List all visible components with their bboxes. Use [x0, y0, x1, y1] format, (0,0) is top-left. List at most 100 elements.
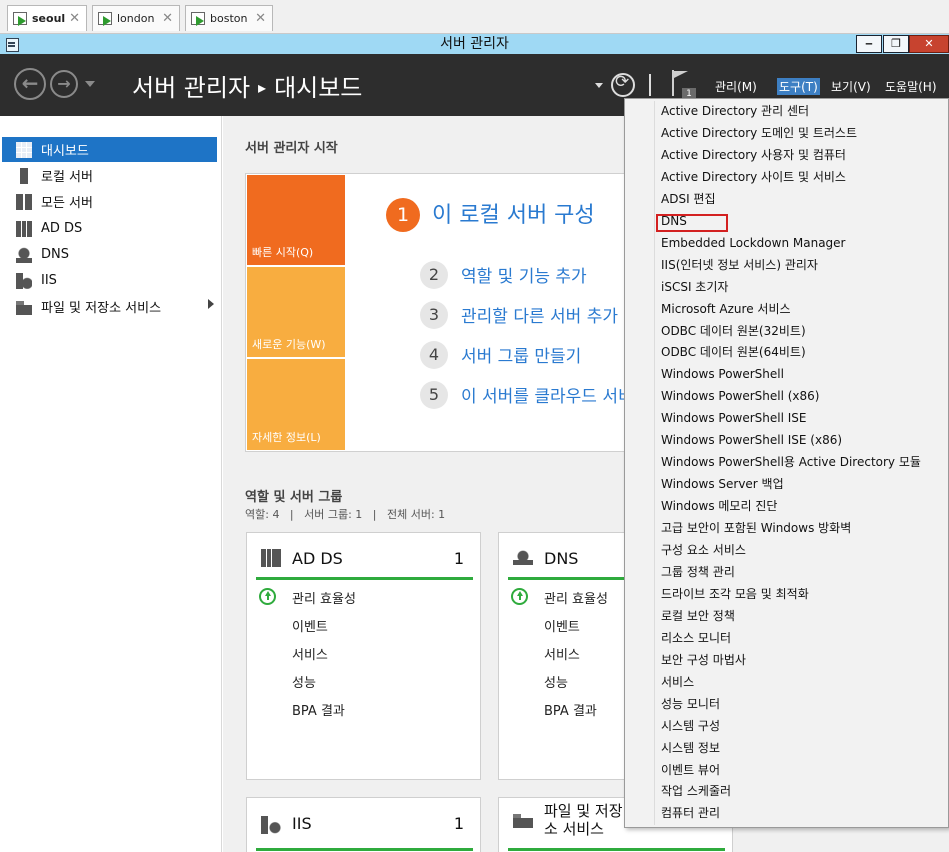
tools-menu-item[interactable]: 서비스 [661, 672, 694, 692]
tools-menu-item[interactable]: 구성 요소 서비스 [661, 540, 746, 560]
tools-menu-item[interactable]: ODBC 데이터 원본(32비트) [661, 321, 806, 341]
role-row-events[interactable]: 이벤트 [292, 616, 328, 635]
tools-menu-item[interactable]: 성능 모니터 [661, 694, 720, 714]
minimize-button[interactable]: ‒ [856, 35, 882, 53]
sidebar-item-local-server[interactable]: 로컬 서버 [2, 163, 217, 188]
role-server-count: 1 [453, 549, 464, 568]
tools-menu-item[interactable]: 컴퓨터 관리 [661, 803, 720, 823]
forward-button[interactable]: → [50, 70, 78, 98]
tools-menu-item[interactable]: Active Directory 도메인 및 트러스트 [661, 123, 857, 143]
role-row-services[interactable]: 서비스 [544, 644, 580, 663]
close-icon[interactable]: ✕ [255, 11, 266, 26]
tools-menu-item[interactable]: 고급 보안이 포함된 Windows 방화벽 [661, 518, 851, 538]
sidebar-item-iis[interactable]: IIS [2, 268, 217, 293]
nav-history-dropdown-icon[interactable] [85, 81, 95, 87]
vm-tab-strip: seoul ✕ london ✕ boston ✕ [0, 0, 949, 34]
add-roles-link[interactable]: 역할 및 기능 추가 [461, 262, 587, 287]
chevron-right-icon[interactable] [208, 299, 214, 309]
refresh-icon[interactable] [611, 72, 635, 97]
tools-menu-item[interactable]: IIS(인터넷 정보 서비스) 관리자 [661, 255, 818, 275]
tools-menu-item[interactable]: Windows PowerShell ISE [661, 408, 807, 428]
tools-menu-item[interactable]: Active Directory 관리 센터 [661, 101, 809, 121]
menu-view[interactable]: 보기(V) [831, 78, 871, 95]
tools-menu-item[interactable]: Windows PowerShell용 Active Directory 모듈 [661, 452, 921, 472]
tools-menu-item[interactable]: ADSI 편집 [661, 189, 716, 209]
tools-menu-item[interactable]: 리소스 모니터 [661, 628, 731, 648]
sidebar-item-label: 로컬 서버 [41, 170, 93, 185]
sidebar: 대시보드 로컬 서버 모든 서버 AD DS DNS IIS 파일 및 저장소 … [0, 116, 222, 852]
close-icon[interactable]: ✕ [69, 11, 80, 26]
tools-menu-item[interactable]: Active Directory 사이트 및 서비스 [661, 167, 846, 187]
tools-menu-item[interactable]: iSCSI 초기자 [661, 277, 728, 297]
menu-help[interactable]: 도움말(H) [885, 78, 937, 95]
breadcrumb-separator-icon: ▸ [258, 78, 267, 97]
sidebar-item-label: AD DS [41, 221, 83, 236]
step-number-badge: 2 [420, 261, 448, 289]
tools-menu-item[interactable]: Windows PowerShell [661, 364, 784, 384]
role-row-performance[interactable]: 성능 [292, 672, 316, 691]
tile-learn-more[interactable]: 자세한 정보(L) [247, 359, 345, 450]
server-icon [20, 167, 28, 184]
tools-menu-item[interactable]: 보안 구성 마법사 [661, 650, 746, 670]
tools-menu-item[interactable]: 시스템 구성 [661, 716, 720, 736]
sidebar-item-dns[interactable]: DNS [2, 242, 217, 267]
role-row-services[interactable]: 서비스 [292, 644, 328, 663]
tools-menu-item[interactable]: Embedded Lockdown Manager [661, 233, 845, 253]
tools-menu-item[interactable]: Microsoft Azure 서비스 [661, 299, 791, 319]
tools-menu-item[interactable]: 그룹 정책 관리 [661, 562, 735, 582]
create-server-group-link[interactable]: 서버 그룹 만들기 [461, 342, 581, 367]
close-icon[interactable]: ✕ [162, 11, 173, 26]
sidebar-item-file-storage[interactable]: 파일 및 저장소 서비스 [2, 294, 217, 319]
role-row-bpa[interactable]: BPA 결과 [544, 700, 597, 719]
tools-menu-item[interactable]: Windows PowerShell ISE (x86) [661, 430, 842, 450]
tools-menu-item[interactable]: Windows 메모리 진단 [661, 496, 777, 516]
tools-menu-item[interactable]: Windows Server 백업 [661, 474, 784, 494]
sidebar-item-dashboard[interactable]: 대시보드 [2, 137, 217, 162]
tools-menu-item[interactable]: Active Directory 사용자 및 컴퓨터 [661, 145, 846, 165]
role-row-manageability[interactable]: 관리 효율성 [544, 588, 608, 607]
tile-quickstart[interactable]: 빠른 시작(Q) [247, 175, 345, 265]
tile-new-features[interactable]: 새로운 기능(W) [247, 267, 345, 357]
vm-tab-london[interactable]: london ✕ [92, 5, 180, 31]
menu-tools[interactable]: 도구(T) [777, 78, 820, 95]
dns-highlight-box [656, 214, 728, 232]
tools-menu-item[interactable]: 로컬 보안 정책 [661, 606, 735, 626]
window-title-bar: 서버 관리자 ‒ ❐ ✕ [0, 34, 949, 54]
menu-manage[interactable]: 관리(M) [715, 78, 757, 95]
tools-menu-item[interactable]: 이벤트 뷰어 [661, 760, 720, 780]
step-number-badge: 5 [420, 381, 448, 409]
vm-tab-label: seoul [32, 12, 66, 25]
chevron-down-icon[interactable] [595, 83, 603, 88]
status-bar [508, 848, 725, 851]
roles-section-title: 역할 및 서버 그룹 [245, 490, 343, 505]
close-button[interactable]: ✕ [909, 35, 949, 53]
role-row-manageability[interactable]: 관리 효율성 [292, 588, 356, 607]
sidebar-item-all-servers[interactable]: 모든 서버 [2, 189, 217, 214]
role-row-bpa[interactable]: BPA 결과 [292, 700, 345, 719]
vm-tab-label: london [117, 12, 155, 25]
add-servers-link[interactable]: 관리할 다른 서버 추가 [461, 302, 618, 327]
role-card-iis[interactable]: IIS 1 [246, 797, 481, 852]
vm-tab-boston[interactable]: boston ✕ [185, 5, 273, 31]
vm-tab-seoul[interactable]: seoul ✕ [7, 5, 87, 31]
tile-label: 자세한 정보(L) [252, 431, 321, 444]
tools-menu-item[interactable]: 시스템 정보 [661, 738, 720, 758]
role-row-performance[interactable]: 성능 [544, 672, 568, 691]
configure-local-server-link[interactable]: 이 로컬 서버 구성 [432, 197, 595, 229]
tools-menu-item[interactable]: ODBC 데이터 원본(64비트) [661, 342, 806, 362]
iis-icon [16, 272, 32, 289]
tile-label: 빠른 시작(Q) [252, 246, 314, 259]
role-row-events[interactable]: 이벤트 [544, 616, 580, 635]
tools-menu-item[interactable]: 작업 스케줄러 [661, 781, 731, 801]
tools-menu-item[interactable]: 드라이브 조각 모음 및 최적화 [661, 584, 809, 604]
back-button[interactable]: ← [14, 68, 46, 100]
sidebar-item-adds[interactable]: AD DS [2, 216, 217, 241]
role-card-adds[interactable]: AD DS 1 관리 효율성 이벤트 서비스 성능 BPA 결과 [246, 532, 481, 780]
breadcrumb-root[interactable]: 서버 관리자 [132, 74, 250, 102]
dashboard-icon [16, 141, 32, 158]
tools-menu-item[interactable]: Windows PowerShell (x86) [661, 386, 819, 406]
role-name: AD DS [292, 549, 343, 568]
restore-button[interactable]: ❐ [883, 35, 909, 53]
window-title: 서버 관리자 [440, 36, 509, 52]
status-ok-icon [259, 588, 276, 605]
